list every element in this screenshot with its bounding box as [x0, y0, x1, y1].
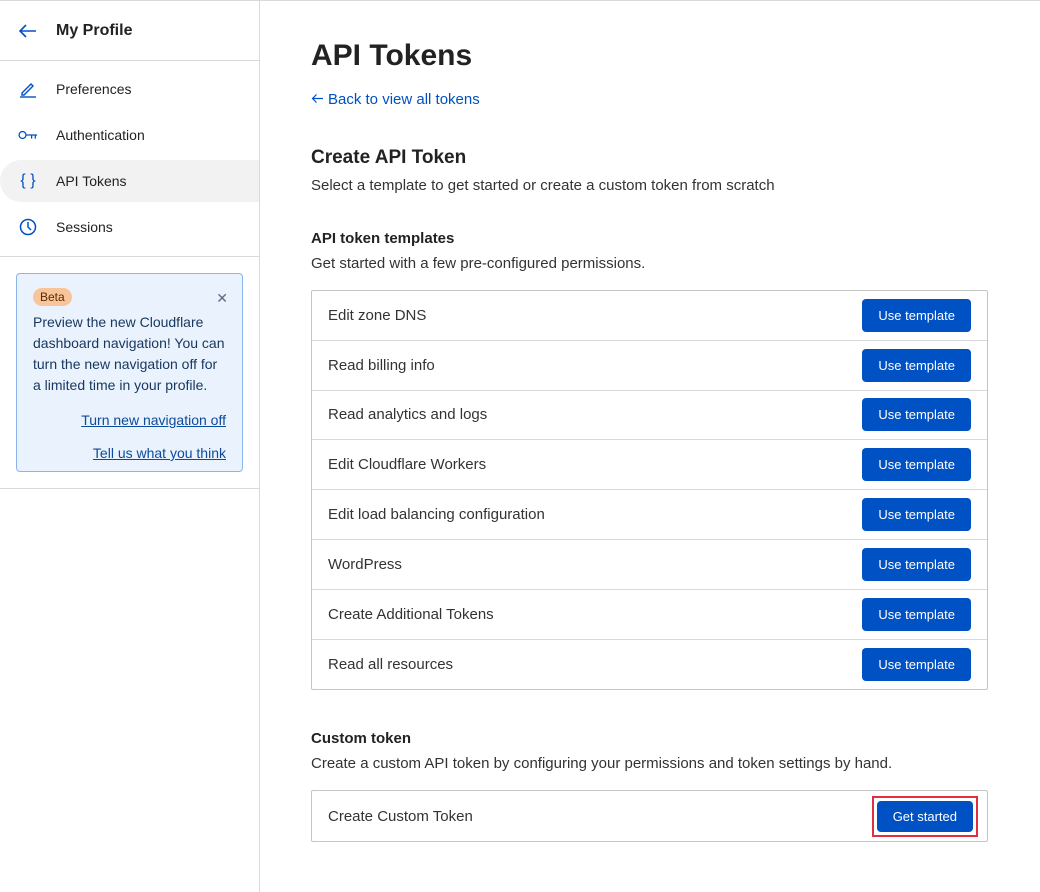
create-token-subtitle: Select a template to get started or crea… — [311, 177, 775, 194]
sidebar-item-api-tokens[interactable]: { } API Tokens — [0, 160, 259, 202]
template-name: Read analytics and logs — [328, 406, 488, 424]
beta-text: Preview the new Cloudflare dashboard nav… — [33, 314, 225, 393]
template-row: Read billing info Use template — [312, 341, 987, 391]
arrow-left-icon — [311, 91, 324, 108]
custom-token-row: Create Custom Token Get started — [312, 791, 987, 841]
pencil-icon — [18, 79, 38, 99]
sidebar-item-label: Preferences — [56, 81, 132, 97]
beta-badge: Beta — [33, 288, 72, 306]
use-template-button[interactable]: Use template — [862, 547, 971, 581]
beta-notice: Beta ✕ Preview the new Cloudflare dashbo… — [16, 273, 243, 472]
get-started-button[interactable]: Get started — [876, 800, 973, 832]
custom-token-name: Create Custom Token — [328, 807, 473, 825]
sidebar-item-sessions[interactable]: Sessions — [0, 206, 259, 248]
use-template-button[interactable]: Use template — [862, 498, 971, 532]
braces-icon: { } — [20, 172, 36, 189]
sidebar-item-authentication[interactable]: Authentication — [0, 114, 259, 156]
template-row: Edit Cloudflare Workers Use template — [312, 440, 987, 491]
sidebar-nav: Preferences Authentication { } API Token… — [0, 61, 259, 257]
use-template-button[interactable]: Use template — [862, 298, 971, 332]
templates-subtitle: Get started with a few pre-configured pe… — [311, 255, 646, 272]
template-row: Read all resources Use template — [312, 640, 987, 690]
back-link-label: Back to view all tokens — [328, 91, 480, 108]
feedback-link[interactable]: Tell us what you think — [33, 445, 226, 461]
clock-icon — [18, 217, 38, 237]
close-icon[interactable]: ✕ — [216, 290, 228, 307]
use-template-button[interactable]: Use template — [862, 597, 971, 631]
template-name: Create Additional Tokens — [328, 605, 494, 623]
template-name: Edit zone DNS — [328, 306, 427, 324]
custom-token-subtitle: Create a custom API token by configuring… — [311, 755, 893, 773]
highlight-box: Get started — [871, 795, 978, 837]
sidebar-item-label: Authentication — [56, 127, 145, 143]
beta-notice-wrapper: Beta ✕ Preview the new Cloudflare dashbo… — [0, 257, 259, 489]
template-name: Read billing info — [328, 356, 435, 374]
use-template-button[interactable]: Use template — [862, 348, 971, 382]
use-template-button[interactable]: Use template — [862, 448, 971, 482]
templates-list: Edit zone DNS Use template Read billing i… — [311, 290, 988, 691]
sidebar-item-label: Sessions — [56, 219, 113, 235]
template-row: Edit load balancing configuration Use tem… — [312, 490, 987, 540]
sidebar-item-label: API Tokens — [56, 173, 127, 189]
sidebar: My Profile Preferences Authentication { … — [0, 1, 260, 892]
turn-navigation-off-link[interactable]: Turn new navigation off — [33, 412, 226, 428]
template-name: Read all resources — [328, 655, 454, 673]
template-row: Create Additional Tokens Use template — [312, 590, 987, 640]
template-row: Read analytics and logs Use template — [312, 391, 987, 441]
sidebar-header: My Profile — [0, 1, 259, 61]
create-token-title: Create API Token — [311, 147, 467, 168]
use-template-button[interactable]: Use template — [862, 647, 971, 681]
template-name: WordPress — [328, 555, 402, 573]
custom-token-list: Create Custom Token Get started — [311, 790, 988, 843]
template-row: WordPress Use template — [312, 540, 987, 590]
use-template-button[interactable]: Use template — [862, 398, 971, 432]
sidebar-title: My Profile — [56, 21, 133, 39]
page-title: API Tokens — [311, 39, 473, 72]
templates-title: API token templates — [311, 230, 455, 247]
main-content: API Tokens Back to view all tokens Creat… — [311, 1, 988, 843]
template-name: Edit load balancing configuration — [328, 506, 545, 524]
custom-token-title: Custom token — [311, 730, 412, 748]
arrow-left-icon[interactable] — [18, 21, 38, 41]
sidebar-item-preferences[interactable]: Preferences — [0, 68, 259, 110]
template-name: Edit Cloudflare Workers — [328, 456, 487, 474]
key-icon — [18, 125, 38, 145]
template-row: Edit zone DNS Use template — [312, 291, 987, 341]
back-to-tokens-link[interactable]: Back to view all tokens — [311, 91, 480, 108]
